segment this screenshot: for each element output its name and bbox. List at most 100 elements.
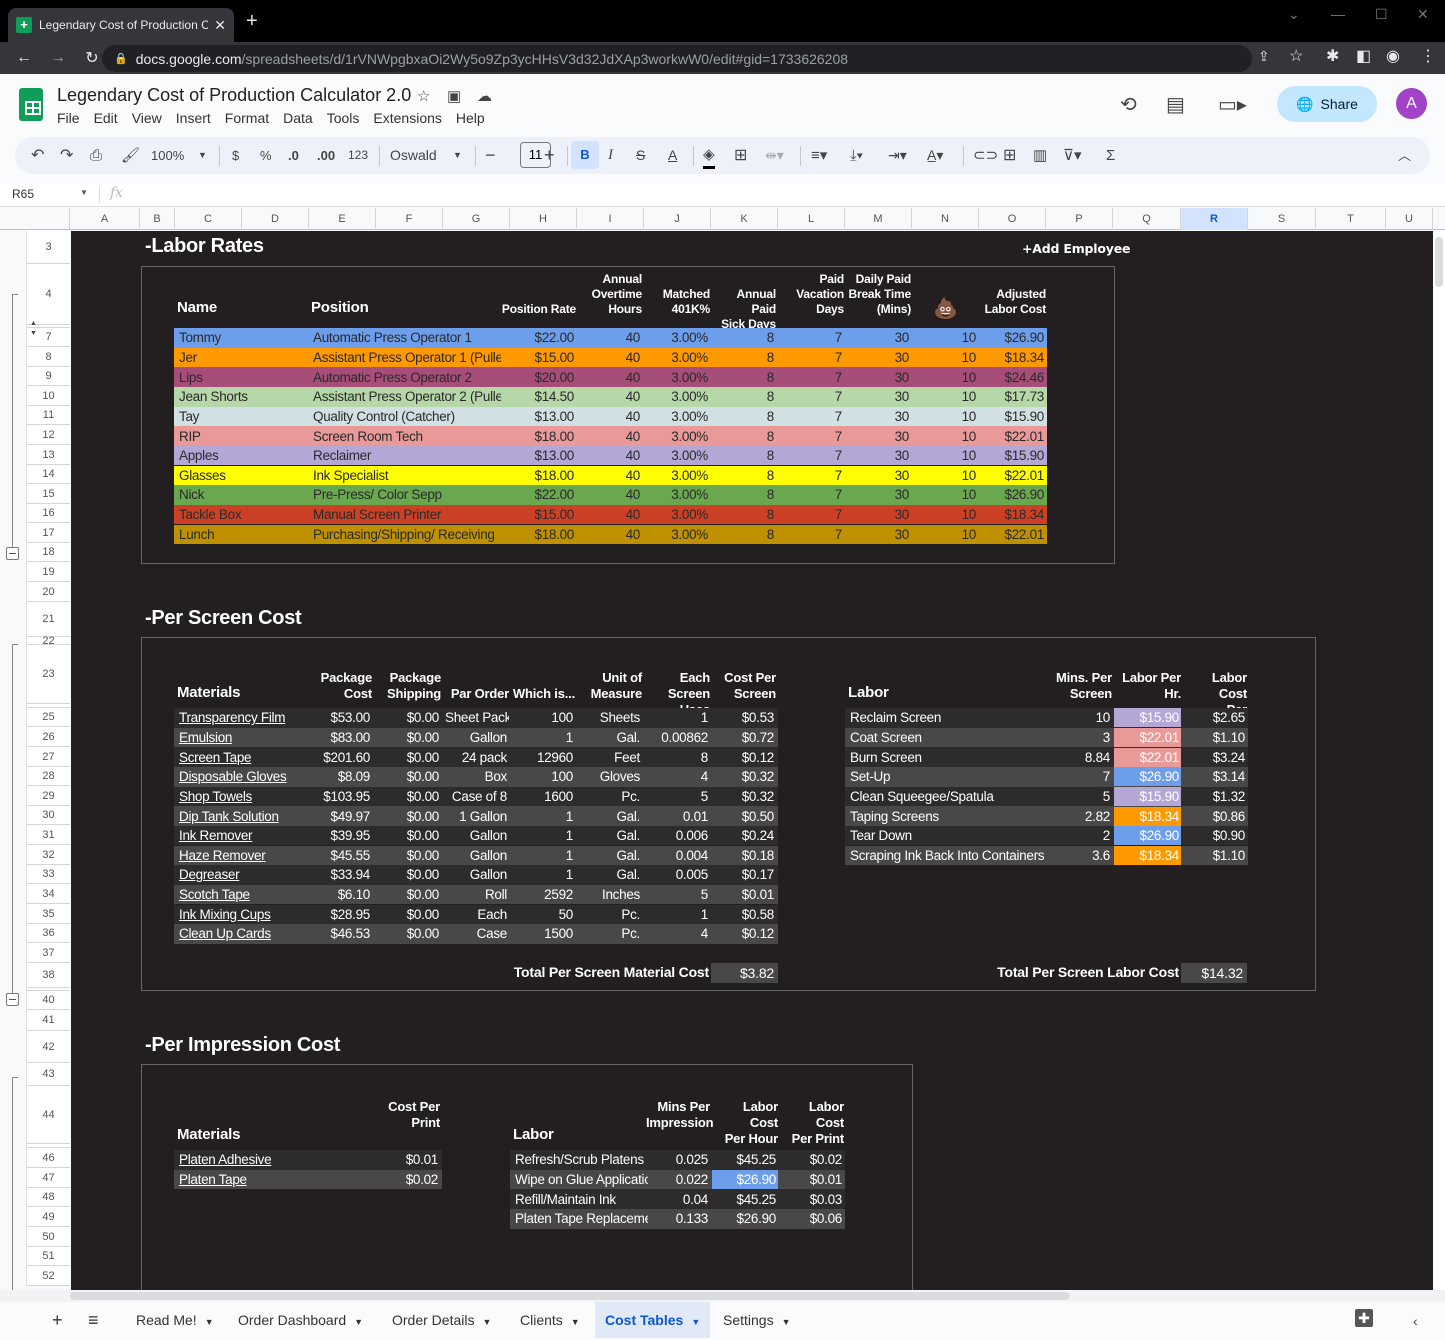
material-row[interactable]: Shop Towels $103.95 $0.00 Case of 8 1600 Pc. 5… [174, 786, 778, 807]
impression-material-row[interactable]: Platen Adhesive $0.01 [174, 1150, 442, 1170]
minimize-icon[interactable]: — [1331, 6, 1345, 22]
font-size-increase-icon[interactable]: + [544, 137, 555, 174]
menu-edit[interactable]: Edit [94, 110, 118, 126]
insert-chart-icon[interactable]: ▥ [1033, 137, 1047, 174]
zoom-dropdown-icon[interactable]: ▼ [198, 137, 207, 174]
material-row[interactable]: Haze Remover $45.55 $0.00 Gallon 1 Gal. 0.004 $… [174, 845, 778, 866]
row-resize-up-icon[interactable]: ▲ [30, 320, 37, 327]
italic-button[interactable]: I [608, 137, 613, 174]
select-all-corner[interactable] [0, 208, 70, 230]
back-icon[interactable]: ← [14, 49, 34, 67]
menu-help[interactable]: Help [456, 110, 485, 126]
column-header-r[interactable]: R [1181, 208, 1248, 230]
column-header-b[interactable]: B [140, 208, 175, 230]
share-page-icon[interactable]: ⇪ [1258, 48, 1270, 65]
document-title[interactable]: Legendary Cost of Production Calculator … [57, 85, 411, 106]
row-header[interactable]: 18 [26, 543, 70, 562]
labor-rate-row[interactable]: Tay Quality Control (Catcher) $13.00 40 3.00… [174, 406, 1047, 427]
column-header-n[interactable]: N [912, 208, 979, 230]
material-row[interactable]: Emulsion $83.00 $0.00 Gallon 1 Gal. 0.00862 $0.… [174, 727, 778, 748]
column-header-l[interactable]: L [778, 208, 845, 230]
forward-icon[interactable]: → [48, 49, 68, 67]
insert-comment-icon[interactable]: ⊞ [1003, 137, 1016, 174]
row-header[interactable]: 11 [26, 406, 70, 425]
sheet-tab-order-dashboard[interactable]: Order Dashboard ▼ [228, 1302, 373, 1338]
screen-labor-row[interactable]: Set-Up 7 $26.90 $3.14 [845, 766, 1248, 787]
material-row[interactable]: Dip Tank Solution $49.97 $0.00 1 Gallon 1 Gal… [174, 806, 778, 826]
percent-format-button[interactable]: % [260, 137, 272, 174]
screen-labor-row[interactable]: Taping Screens 2.82 $18.34 $0.86 [845, 806, 1248, 826]
sheet-tab-dropdown-icon[interactable]: ▼ [205, 1317, 214, 1327]
impression-labor-row[interactable]: Refill/Maintain Ink 0.04 $45.25 $0.03 [510, 1189, 845, 1209]
row-header[interactable]: 29 [26, 786, 70, 806]
undo-icon[interactable]: ↶ [31, 137, 44, 174]
impression-labor-row[interactable]: Refresh/Scrub Platens 0.025 $45.25 $0.02 [510, 1150, 845, 1170]
row-header[interactable]: 20 [26, 582, 70, 602]
screen-labor-row[interactable]: Scraping Ink Back Into Containers 3.6 $18.… [845, 845, 1248, 866]
column-header-c[interactable]: C [175, 208, 242, 230]
labor-rate-row[interactable]: Jer Assistant Press Operator 1 (Puller) $1… [174, 347, 1047, 368]
row-header[interactable]: 23 [26, 645, 70, 704]
row-header[interactable]: 34 [26, 884, 70, 904]
collapse-group-icon[interactable] [6, 547, 19, 560]
bookmark-star-icon[interactable]: ☆ [1289, 46, 1303, 66]
increase-decimal-button[interactable]: .00 [317, 137, 335, 174]
material-link[interactable]: Screen Tape [177, 750, 317, 765]
screen-labor-row[interactable]: Coat Screen 3 $22.01 $1.10 [845, 727, 1248, 748]
row-header[interactable]: 31 [26, 825, 70, 845]
row-header[interactable]: 41 [26, 1010, 70, 1031]
avatar[interactable]: A [1396, 88, 1427, 119]
decrease-decimal-button[interactable]: .0 [288, 137, 299, 174]
browser-tab[interactable]: + Legendary Cost of Production Ca ✕ [8, 8, 234, 42]
row-header[interactable]: 27 [26, 747, 70, 767]
merge-cells-icon[interactable]: ⇹▾ [765, 137, 784, 174]
material-link[interactable]: Ink Remover [177, 828, 317, 843]
explore-icon[interactable]: ✚ [1355, 1309, 1373, 1327]
row-header[interactable]: 9 [26, 367, 70, 386]
menu-file[interactable]: File [57, 110, 80, 126]
maximize-icon[interactable]: ☐ [1375, 6, 1388, 23]
row-header[interactable]: 43 [26, 1063, 70, 1086]
labor-rate-row[interactable]: Apples Reclaimer $13.00 40 3.00% 8 7 30 10 $15.90 [174, 445, 1047, 466]
menu-tools[interactable]: Tools [327, 110, 360, 126]
material-row[interactable]: Ink Mixing Cups $28.95 $0.00 Each 50 Pc. 1 $0.5… [174, 904, 778, 925]
fill-color-icon[interactable]: ◈ [703, 141, 715, 169]
borders-icon[interactable]: ⊞ [734, 137, 747, 174]
labor-rate-row[interactable]: Tommy Automatic Press Operator 1 $22.00 40 3… [174, 328, 1047, 348]
row-header[interactable]: 38 [26, 963, 70, 988]
font-size-decrease-icon[interactable]: − [485, 137, 496, 174]
url-input[interactable]: 🔒 docs.google.com/spreadsheets/d/1rVNWpg… [102, 45, 1252, 72]
collapse-sidepanel-icon[interactable]: ‹ [1413, 1313, 1418, 1329]
labor-rate-row[interactable]: Glasses Ink Specialist $18.00 40 3.00% 8 7 30 10… [174, 465, 1047, 486]
material-link[interactable]: Shop Towels [177, 789, 317, 804]
row-header[interactable]: 35 [26, 904, 70, 924]
insert-link-icon[interactable]: ⊂⊃ [973, 137, 998, 174]
row-header[interactable]: 19 [26, 562, 70, 582]
comments-icon[interactable]: ▤ [1166, 92, 1185, 117]
column-header-h[interactable]: H [510, 208, 577, 230]
side-panel-icon[interactable]: ◧ [1356, 46, 1371, 66]
labor-rate-row[interactable]: RIP Screen Room Tech $18.00 40 3.00% 8 7 30 10 $2… [174, 426, 1047, 446]
vertical-scroll-thumb[interactable] [1435, 237, 1443, 287]
labor-rate-row[interactable]: Lips Automatic Press Operator 2 $20.00 40 3.… [174, 367, 1047, 387]
sheet-tab-read-me[interactable]: Read Me! ▼ [126, 1302, 224, 1338]
impression-material-row[interactable]: Platen Tape $0.02 [174, 1169, 442, 1190]
sheet-tab-dropdown-icon[interactable]: ▼ [691, 1317, 700, 1327]
row-header[interactable]: 30 [26, 806, 70, 825]
row-header[interactable]: 46 [26, 1148, 70, 1168]
text-rotation-icon[interactable]: A̲▾ [927, 137, 943, 174]
impression-labor-row[interactable]: Wipe on Glue Application 0.022 $26.90 $0.01 [510, 1169, 845, 1190]
row-header[interactable]: 44 [26, 1086, 70, 1144]
material-row[interactable]: Ink Remover $39.95 $0.00 Gallon 1 Gal. 0.006 $0… [174, 825, 778, 846]
add-employee-button[interactable]: +Add Employee [1022, 241, 1130, 256]
currency-format-button[interactable]: $ [232, 137, 239, 174]
version-history-icon[interactable]: ⟲ [1120, 92, 1137, 117]
column-header-k[interactable]: K [711, 208, 778, 230]
sheet-grid[interactable]: -Labor Rates +Add Employee Name Position P… [71, 231, 1433, 1290]
labor-rate-row[interactable]: Nick Pre-Press/ Color Sepp $22.00 40 3.00% 8 7… [174, 485, 1047, 505]
row-header[interactable]: 12 [26, 425, 70, 445]
horizontal-scrollbar[interactable] [0, 1290, 1445, 1302]
sheet-tab-cost-tables[interactable]: Cost Tables ▼ [595, 1302, 711, 1338]
row-header[interactable]: 28 [26, 767, 70, 786]
sheet-tab-dropdown-icon[interactable]: ▼ [571, 1317, 580, 1327]
